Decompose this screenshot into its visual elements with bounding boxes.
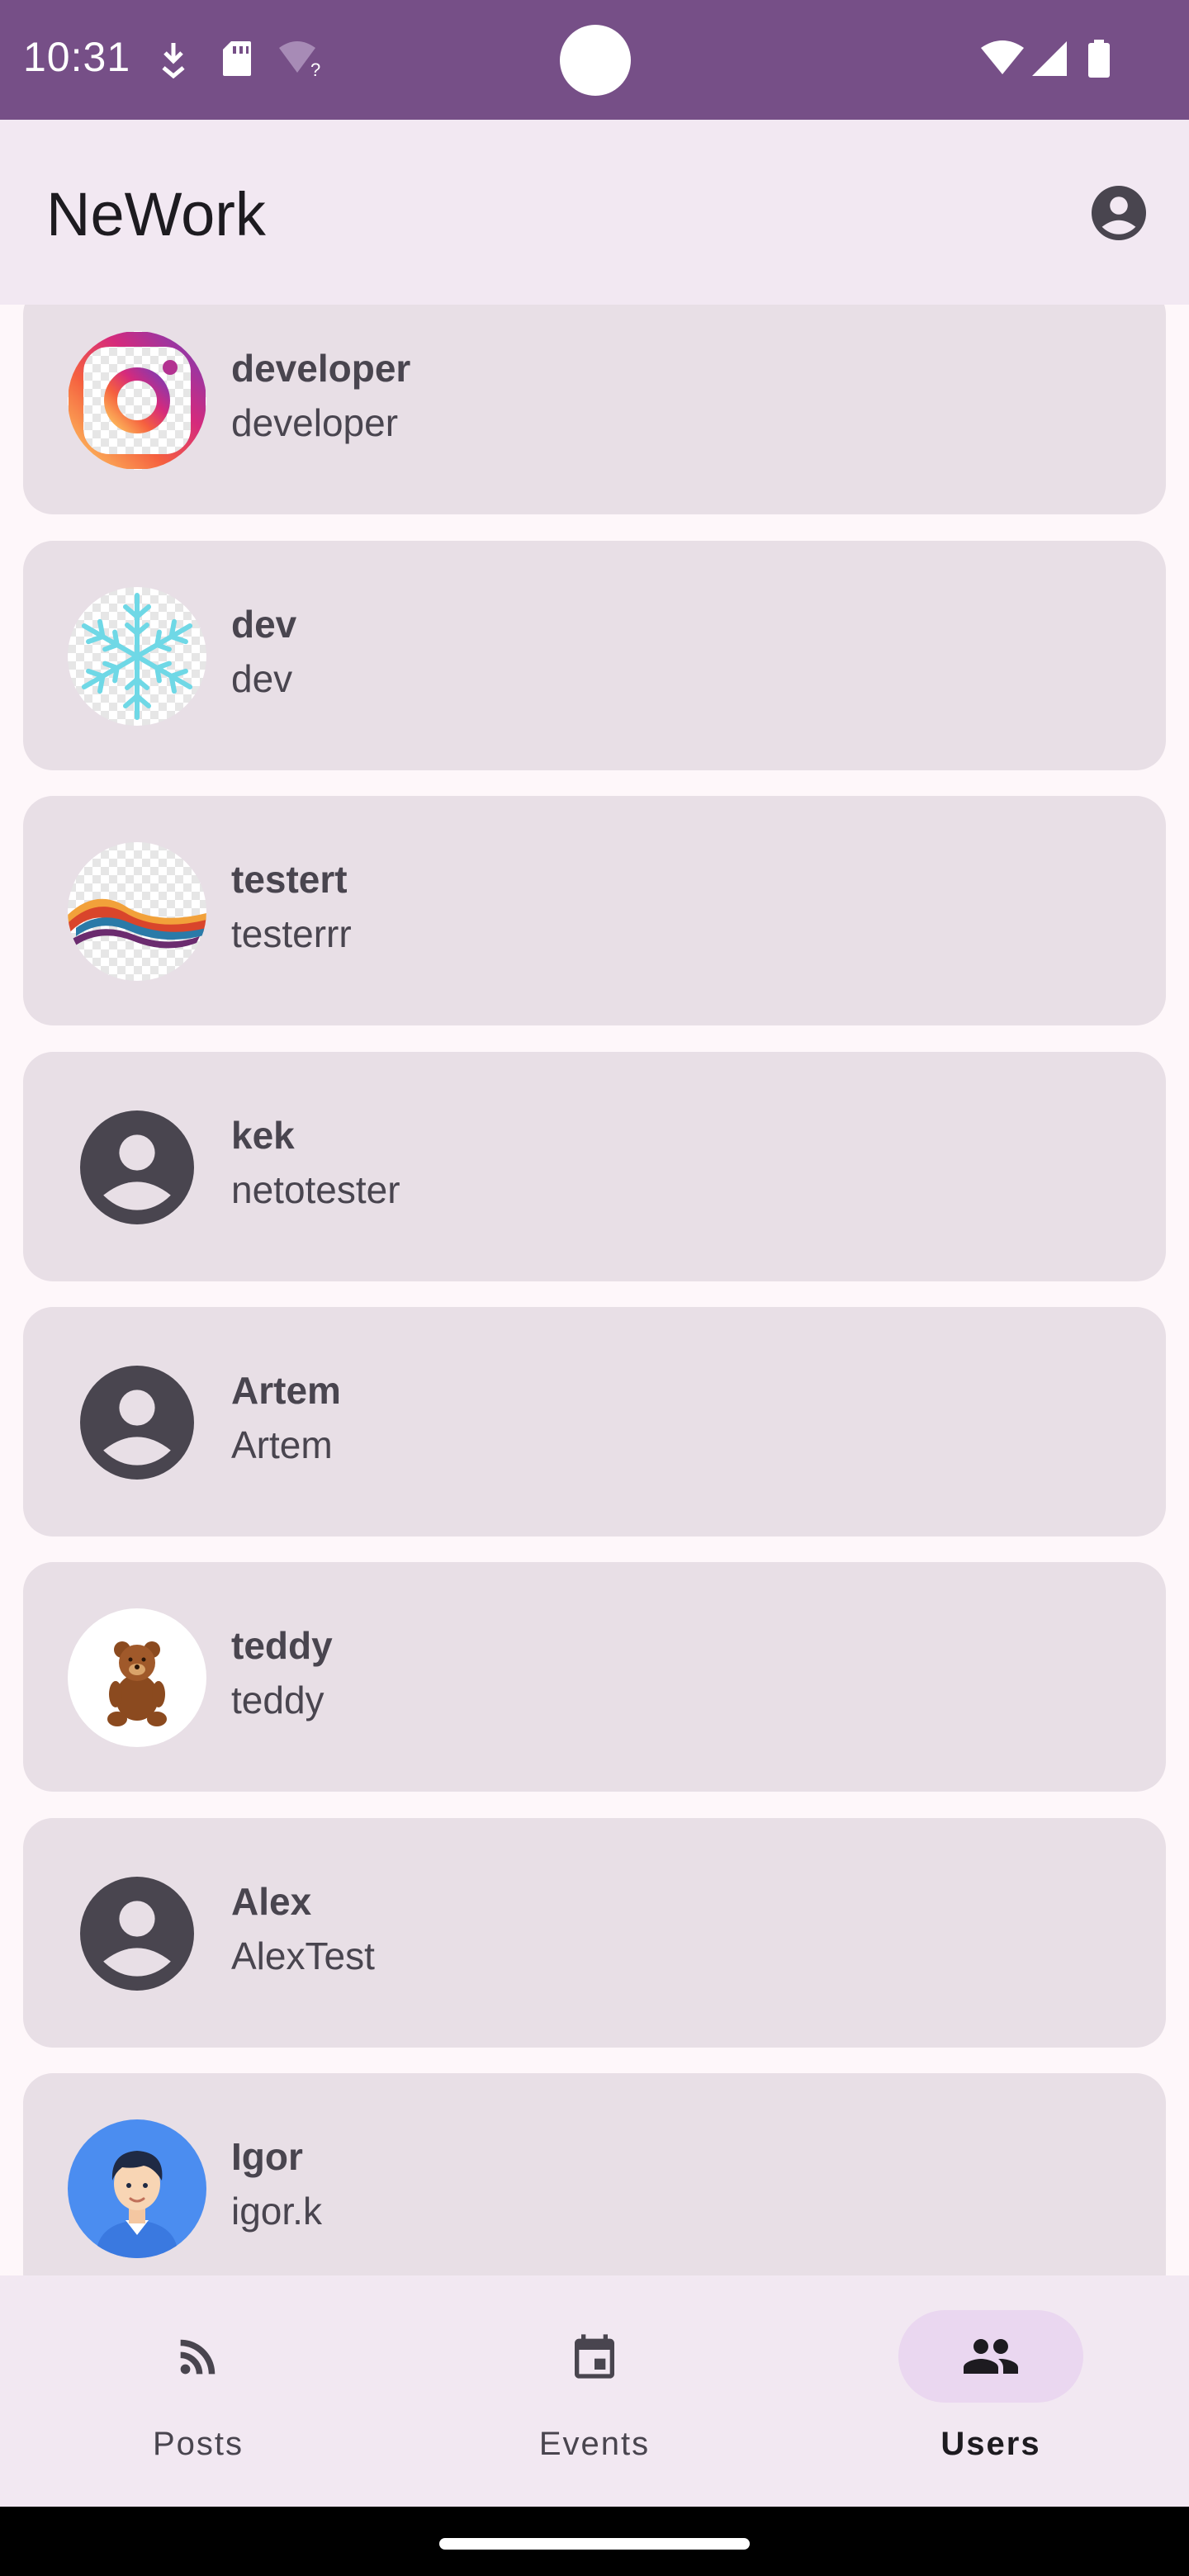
user-name: testert [231, 858, 348, 901]
avatar [68, 1864, 206, 2003]
user-card[interactable]: Igor igor.k [23, 2073, 1166, 2275]
status-time: 10:31 [23, 34, 131, 80]
people-icon [964, 2339, 1018, 2374]
user-name: Igor [231, 2135, 303, 2178]
user-login: testerrr [231, 912, 352, 955]
user-card[interactable]: testert testerrr [23, 796, 1166, 1025]
user-card[interactable]: kek netotester [23, 1052, 1166, 1281]
user-name: teddy [231, 1624, 333, 1667]
user-card[interactable]: Alex AlexTest [23, 1818, 1166, 2048]
nav-label: Events [538, 2426, 651, 2462]
user-login: teddy [231, 1679, 324, 1721]
user-card[interactable]: developer developer [23, 305, 1166, 514]
user-card[interactable]: Artem Artem [23, 1307, 1166, 1537]
cellular-icon [1030, 40, 1068, 80]
svg-text:?: ? [310, 59, 320, 78]
avatar [68, 331, 206, 470]
avatar [68, 1608, 206, 1747]
ribbon-swirl-icon [68, 898, 206, 949]
nav-indicator-active [898, 2310, 1083, 2403]
user-name: kek [231, 1114, 295, 1157]
battery-icon [1087, 40, 1111, 82]
account-circle-icon [1092, 186, 1146, 240]
avatar [68, 842, 206, 981]
bottom-navigation: Posts Events Users [0, 2275, 1189, 2507]
instagram-logo-icon [69, 332, 206, 469]
user-login: Artem [231, 1423, 333, 1466]
system-navigation-bar [0, 2507, 1189, 2576]
wifi-unknown-icon: ? [277, 40, 327, 82]
user-name: Alex [231, 1880, 312, 1923]
user-login: AlexTest [231, 1934, 375, 1977]
calendar-event-icon [575, 2334, 614, 2379]
wifi-icon [979, 40, 1026, 80]
page-title: NeWork [46, 180, 266, 249]
snowflake-icon [68, 593, 206, 726]
default-account-icon [80, 1366, 194, 1480]
user-login: dev [231, 657, 293, 700]
teddy-bear-icon [107, 1641, 167, 1726]
nav-indicator [106, 2310, 291, 2403]
download-icon [157, 40, 190, 83]
default-account-icon [80, 1877, 194, 1991]
avatar [68, 1353, 206, 1492]
user-login: developer [231, 401, 399, 444]
user-card[interactable]: teddy teddy [23, 1562, 1166, 1792]
user-name: developer [231, 347, 411, 390]
cartoon-boy-icon [96, 2151, 178, 2258]
nav-label: Posts [152, 2426, 244, 2462]
nav-item-events[interactable]: Events [396, 2275, 793, 2507]
nav-label: Users [940, 2426, 1041, 2462]
nav-indicator [502, 2310, 687, 2403]
user-name: dev [231, 603, 297, 646]
nav-item-posts[interactable]: Posts [0, 2275, 396, 2507]
avatar [68, 2119, 206, 2258]
user-login: igor.k [231, 2190, 322, 2233]
app-bar: NeWork [0, 120, 1189, 305]
nav-item-users[interactable]: Users [793, 2275, 1189, 2507]
account-button[interactable] [1083, 178, 1154, 249]
status-bar: 10:31 ? [0, 0, 1189, 120]
avatar [68, 1098, 206, 1237]
rss-feed-icon [180, 2339, 216, 2375]
user-card[interactable]: dev dev [23, 541, 1166, 770]
default-account-icon [80, 1110, 194, 1224]
user-login: netotester [231, 1168, 400, 1211]
sd-card-icon [221, 40, 253, 82]
avatar [68, 587, 206, 726]
users-list[interactable]: developer developer dev dev testert test… [0, 305, 1189, 2275]
user-name: Artem [231, 1369, 341, 1412]
home-gesture-handle[interactable] [439, 2538, 750, 2550]
camera-cutout [560, 25, 631, 96]
